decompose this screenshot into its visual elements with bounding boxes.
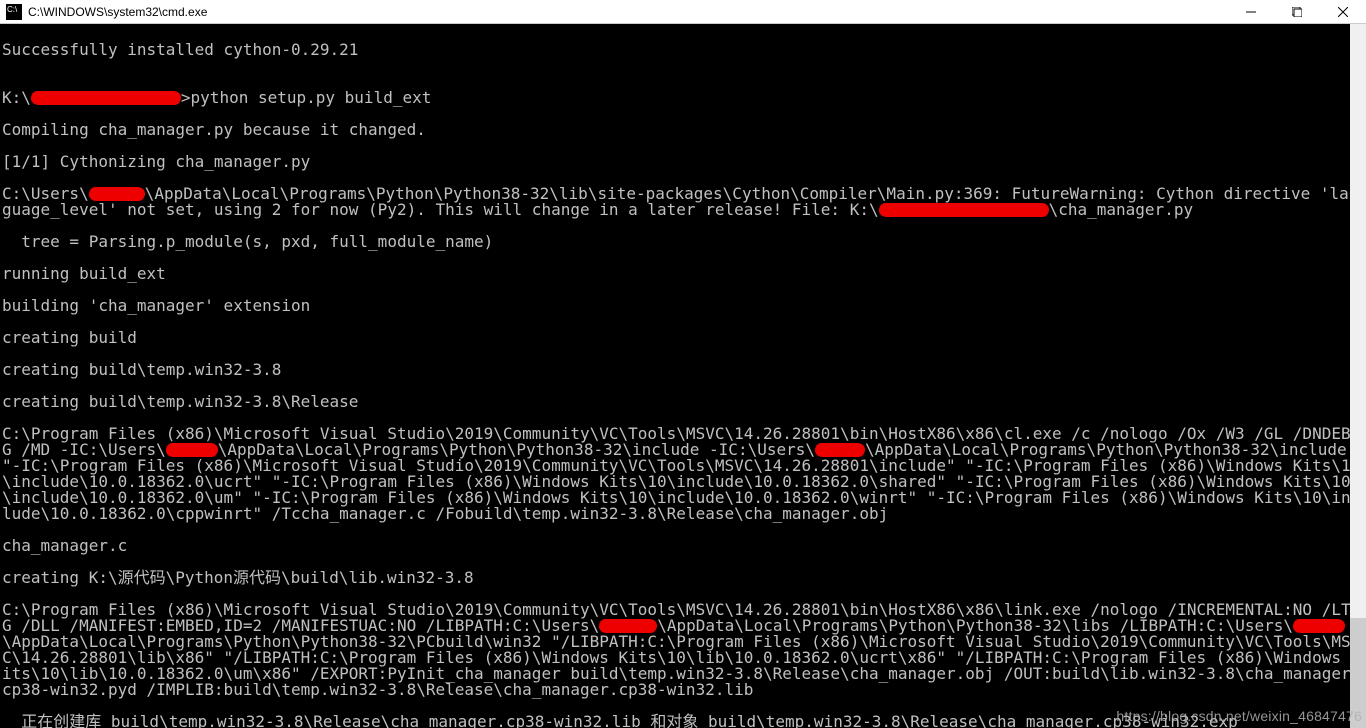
window-title: C:\WINDOWS\system32\cmd.exe [28,5,207,19]
output-line: C:\Program Files (x86)\Microsoft Visual … [2,602,1364,698]
scrollbar-thumb[interactable] [1350,618,1366,728]
output-line: C:\Program Files (x86)\Microsoft Visual … [2,426,1364,522]
redacted-text [815,443,865,457]
titlebar[interactable]: C:\WINDOWS\system32\cmd.exe [0,0,1366,24]
output-line: K:\>python setup.py build_ext [2,90,1364,106]
minimize-button[interactable] [1228,0,1274,24]
output-line: cha_manager.c [2,538,1364,554]
vertical-scrollbar[interactable] [1350,24,1366,728]
cmd-icon [6,4,22,20]
maximize-button[interactable] [1274,0,1320,24]
redacted-text [166,443,218,457]
output-line: [1/1] Cythonizing cha_manager.py [2,154,1364,170]
output-line: Successfully installed cython-0.29.21 [2,42,1364,58]
output-line: Compiling cha_manager.py because it chan… [2,122,1364,138]
output-line: building 'cha_manager' extension [2,298,1364,314]
redacted-text [879,203,1049,217]
terminal-output[interactable]: Successfully installed cython-0.29.21 K:… [0,24,1366,728]
redacted-text [89,187,145,201]
output-line: creating K:\源代码\Python源代码\build\lib.win3… [2,570,1364,586]
redacted-text [1293,619,1345,633]
output-line: tree = Parsing.p_module(s, pxd, full_mod… [2,234,1364,250]
output-line: C:\Users\\AppData\Local\Programs\Python\… [2,186,1364,218]
output-line: creating build [2,330,1364,346]
redacted-text [31,91,181,105]
output-line: creating build\temp.win32-3.8 [2,362,1364,378]
output-line: creating build\temp.win32-3.8\Release [2,394,1364,410]
output-line: 正在创建库 build\temp.win32-3.8\Release\cha_m… [2,714,1364,728]
cmd-window: C:\WINDOWS\system32\cmd.exe Successfully… [0,0,1366,728]
output-line: running build_ext [2,266,1364,282]
close-button[interactable] [1320,0,1366,24]
redacted-text [599,619,657,633]
